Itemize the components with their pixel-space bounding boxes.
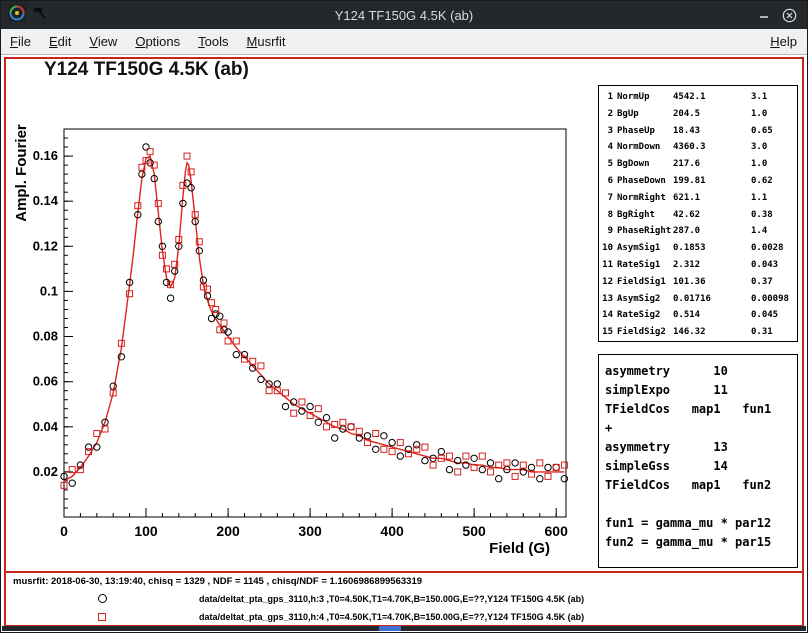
window-bottom-border	[2, 626, 806, 631]
svg-text:300: 300	[298, 523, 322, 539]
y-axis-labels: 0.02 0.04 0.06 0.08 0.1 0.12 0.14 0.16	[33, 148, 59, 479]
menu-view[interactable]: View	[80, 30, 126, 53]
app-icon	[8, 4, 26, 27]
titlebar: Y124 TF150G 4.5K (ab)	[1, 1, 807, 29]
info-pad: musrfit: 2018-06-30, 13:19:40, chisq = 1…	[6, 573, 802, 625]
param-row: 7NormRight621.11.1	[599, 190, 797, 207]
legend-rows: data/deltat_pta_gps_3110,h:3 ,T0=4.50K,T…	[6, 573, 802, 625]
menu-file[interactable]: File	[1, 30, 40, 53]
root-canvas: 01002003004005006000.020.040.060.080.10.…	[4, 57, 804, 627]
x-axis-labels: 0 100 200 300 400 500 600	[60, 523, 568, 539]
square-marker-icon	[98, 613, 106, 621]
param-row: 10AsymSig10.18530.0028	[599, 240, 797, 257]
theory-line: asymmetry 10	[605, 362, 797, 381]
svg-text:100: 100	[134, 523, 158, 539]
param-row: 15FieldSig2146.320.31	[599, 324, 797, 341]
theory-line: TFieldCos map1 fun2	[605, 476, 797, 495]
theory-line: +	[605, 419, 797, 438]
hammer-icon	[33, 6, 47, 25]
svg-text:0.14: 0.14	[33, 193, 59, 208]
series-squares	[61, 149, 567, 489]
param-row: 2BgUp204.51.0	[599, 106, 797, 123]
menubar: FileEditViewOptionsToolsMusrfit Help	[1, 29, 807, 55]
svg-text:500: 500	[462, 523, 486, 539]
close-button[interactable]	[782, 8, 797, 23]
legend-row: data/deltat_pta_gps_3110,h:4 ,T0=4.50K,T…	[6, 611, 802, 625]
svg-text:0.12: 0.12	[33, 238, 58, 253]
param-row: 4NormDown4360.33.0	[599, 139, 797, 156]
window-title: Y124 TF150G 4.5K (ab)	[1, 8, 807, 23]
svg-text:0.08: 0.08	[33, 329, 58, 344]
minimize-button[interactable]	[758, 9, 770, 21]
param-row: 13AsymSig20.017160.00098	[599, 291, 797, 308]
svg-text:0.02: 0.02	[33, 464, 58, 479]
theory-line: TFieldCos map1 fun1	[605, 400, 797, 419]
x-axis-title: Field (G)	[489, 540, 550, 557]
svg-text:0: 0	[60, 523, 68, 539]
svg-text:400: 400	[380, 523, 404, 539]
param-row: 9PhaseRight287.01.4	[599, 223, 797, 240]
y-axis-title: Ampl. Fourier	[13, 124, 30, 222]
svg-text:200: 200	[216, 523, 240, 539]
param-row: 5BgDown217.61.0	[599, 156, 797, 173]
circle-marker-icon	[98, 594, 107, 603]
svg-text:0.06: 0.06	[33, 374, 58, 389]
x-axis-ticks	[64, 508, 556, 517]
param-row: 3PhaseUp18.430.65	[599, 123, 797, 140]
theory-line: simpleGss 14	[605, 457, 797, 476]
svg-text:0.1: 0.1	[40, 283, 58, 298]
legend-row: data/deltat_pta_gps_3110,h:3 ,T0=4.50K,T…	[6, 593, 802, 607]
parameter-box: 1NormUp4542.13.12BgUp204.51.03PhaseUp18.…	[598, 85, 798, 342]
legend-text: data/deltat_pta_gps_3110,h:4 ,T0=4.50K,T…	[199, 612, 584, 622]
svg-text:0.04: 0.04	[33, 419, 59, 434]
menu-musrfit[interactable]: Musrfit	[238, 30, 295, 53]
param-row: 6PhaseDown199.810.62	[599, 173, 797, 190]
param-row: 12FieldSig1101.360.37	[599, 274, 797, 291]
app-window: Y124 TF150G 4.5K (ab) FileEditViewOption…	[0, 0, 808, 633]
param-row: 14RateSig20.5140.045	[599, 307, 797, 324]
theory-box: asymmetry 10simplExpo 11TFieldCos map1 f…	[598, 354, 798, 568]
menu-edit[interactable]: Edit	[40, 30, 80, 53]
resize-grip-icon	[379, 626, 401, 631]
plot-title: Y124 TF150G 4.5K (ab)	[44, 59, 249, 81]
menu-help[interactable]: Help	[760, 30, 807, 53]
legend-text: data/deltat_pta_gps_3110,h:3 ,T0=4.50K,T…	[199, 594, 584, 604]
series-circles	[61, 144, 568, 487]
theory-line: asymmetry 13	[605, 438, 797, 457]
plot-frame	[64, 129, 566, 517]
param-row: 1NormUp4542.13.1	[599, 89, 797, 106]
theory-line: fun1 = gamma_mu * par12	[605, 514, 797, 533]
theory-line: simplExpo 11	[605, 381, 797, 400]
menubar-items: FileEditViewOptionsToolsMusrfit	[1, 30, 295, 53]
y-axis-ticks	[64, 138, 73, 517]
fit-line	[64, 156, 564, 481]
svg-text:600: 600	[545, 523, 569, 539]
menu-options[interactable]: Options	[126, 30, 189, 53]
theory-line: fun2 = gamma_mu * par15	[605, 533, 797, 552]
param-row: 11RateSig12.3120.043	[599, 257, 797, 274]
menu-tools[interactable]: Tools	[189, 30, 237, 53]
svg-text:0.16: 0.16	[33, 148, 58, 163]
theory-line	[605, 495, 797, 514]
param-row: 8BgRight42.620.38	[599, 207, 797, 224]
